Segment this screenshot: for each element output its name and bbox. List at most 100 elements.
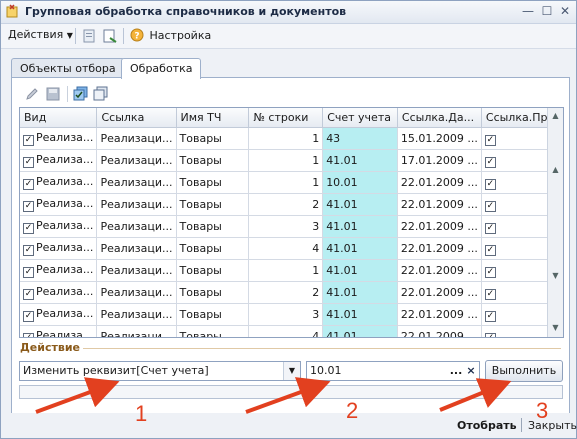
save-icon[interactable] [46,87,60,101]
row-checkbox[interactable]: ✓ [484,333,496,337]
cell-reference[interactable]: Реализаци... [96,171,177,194]
column-header[interactable]: Вид [20,108,98,128]
cell-type[interactable]: ✓ Реализа... [20,149,98,172]
row-checkbox[interactable]: ✓ [23,179,34,190]
cell-ref-date[interactable]: 22.01.2009 ... [397,215,482,238]
column-header[interactable]: Счет учета [322,108,398,128]
vertical-scrollbar[interactable]: ▲ ▲ ▼ ▼ [547,108,563,337]
cell-ref-date[interactable]: 22.01.2009 ... [397,171,482,194]
cell-line-number[interactable]: 2 [248,193,324,216]
row-checkbox[interactable]: ✓ [23,289,34,300]
cell-type[interactable]: ✓ Реализа... [20,171,98,194]
table-row[interactable]: ✓ Реализа... Реализаци... Товары 1 41.01 17.01… [20,149,563,172]
cell-ref-date[interactable]: 22.01.2009 ... [397,303,482,326]
actions-menu[interactable]: Действия ▼ [8,28,73,41]
cell-tab-name[interactable]: Товары [176,171,250,194]
row-checkbox[interactable]: ✓ [484,179,496,190]
cell-type[interactable]: ✓ Реализа... [20,325,98,337]
column-header[interactable]: № строки [248,108,324,128]
cell-ref-date[interactable]: 22.01.2009 ... [397,237,482,260]
row-checkbox[interactable]: ✓ [484,267,496,278]
cell-tab-name[interactable]: Товары [176,237,250,260]
cell-type[interactable]: ✓ Реализа... [20,193,98,216]
cell-type[interactable]: ✓ Реализа... [20,127,98,150]
action-select[interactable]: Изменить реквизит[Счет учета] ▼ [19,361,301,381]
table-row[interactable]: ✓ Реализа... Реализаци... Товары 2 41.01 22.01… [20,193,563,216]
row-checkbox[interactable]: ✓ [23,135,34,146]
row-checkbox[interactable]: ✓ [484,311,496,322]
row-checkbox[interactable]: ✓ [23,311,34,322]
refresh-icon[interactable] [102,28,118,44]
select-button[interactable]: Отобрать [457,419,517,432]
cell-tab-name[interactable]: Товары [176,303,250,326]
cell-type[interactable]: ✓ Реализа... [20,259,98,282]
settings-button[interactable]: ? Настройка [130,28,211,42]
cell-tab-name[interactable]: Товары [176,215,250,238]
row-checkbox[interactable]: ✓ [484,245,496,256]
table-row[interactable]: ✓ Реализа... Реализаци... Товары 4 41.01 22.01… [20,237,563,260]
row-checkbox[interactable]: ✓ [23,223,34,234]
cell-reference[interactable]: Реализаци... [96,149,177,172]
value-input[interactable]: 10.01 ... × [306,361,480,381]
row-checkbox[interactable]: ✓ [23,333,34,337]
cell-ref-date[interactable]: 15.01.2009 ... [397,127,482,150]
row-checkbox[interactable]: ✓ [484,289,496,300]
cell-tab-name[interactable]: Товары [176,259,250,282]
cell-line-number[interactable]: 2 [248,281,324,304]
cell-type[interactable]: ✓ Реализа... [20,303,98,326]
cell-ref-date[interactable]: 22.01.2009 ... [397,259,482,282]
scroll-up-icon[interactable]: ▲ [550,110,561,121]
scroll-up-icon[interactable]: ▲ [550,164,561,175]
cell-ref-date[interactable]: 22.01.2009 ... [397,193,482,216]
tab-selection-objects[interactable]: Объекты отбора [11,58,125,78]
cell-tab-name[interactable]: Товары [176,193,250,216]
cell-ref-date[interactable]: 22.01.2009 ... [397,281,482,304]
scroll-down-icon[interactable]: ▼ [550,270,561,281]
row-checkbox[interactable]: ✓ [23,201,34,212]
cell-account[interactable]: 41.01 [322,303,398,326]
cell-reference[interactable]: Реализаци... [96,215,177,238]
row-checkbox[interactable]: ✓ [23,245,34,256]
close-icon[interactable]: ✕ [558,4,572,18]
cell-tab-name[interactable]: Товары [176,127,250,150]
scroll-down-icon[interactable]: ▼ [550,322,561,333]
row-checkbox[interactable]: ✓ [23,267,34,278]
cell-line-number[interactable]: 3 [248,215,324,238]
cell-line-number[interactable]: 4 [248,237,324,260]
row-checkbox[interactable]: ✓ [484,201,496,212]
table-row[interactable]: ✓ Реализа... Реализаци... Товары 3 41.01 22.01… [20,215,563,238]
table-row[interactable]: ✓ Реализа... Реализаци... Товары 2 41.01 22.01… [20,281,563,304]
column-header[interactable]: Ссылка [96,108,177,128]
cell-reference[interactable]: Реализаци... [96,237,177,260]
document-icon[interactable] [81,28,97,44]
cell-line-number[interactable]: 1 [248,259,324,282]
cell-tab-name[interactable]: Товары [176,325,250,337]
clear-icon[interactable]: × [464,362,478,380]
cell-line-number[interactable]: 1 [248,171,324,194]
cell-tab-name[interactable]: Товары [176,281,250,304]
table-row[interactable]: ✓ Реализа... Реализаци... Товары 4 41.01 22.01… [20,325,563,337]
cell-tab-name[interactable]: Товары [176,149,250,172]
cell-account[interactable]: 41.01 [322,325,398,337]
cell-type[interactable]: ✓ Реализа... [20,215,98,238]
column-header[interactable]: Имя ТЧ [176,108,250,128]
check-all-icon[interactable] [73,86,89,102]
cell-reference[interactable]: Реализаци... [96,325,177,337]
row-checkbox[interactable]: ✓ [23,157,34,168]
cell-account[interactable]: 43 [322,127,398,150]
cell-type[interactable]: ✓ Реализа... [20,237,98,260]
cell-reference[interactable]: Реализаци... [96,281,177,304]
cell-reference[interactable]: Реализаци... [96,259,177,282]
cell-reference[interactable]: Реализаци... [96,127,177,150]
uncheck-all-icon[interactable] [93,86,109,102]
row-checkbox[interactable]: ✓ [484,157,496,168]
tab-processing[interactable]: Обработка [121,58,202,79]
cell-account[interactable]: 10.01 [322,171,398,194]
cell-ref-date[interactable]: 22.01.2009 ... [397,325,482,337]
cell-account[interactable]: 41.01 [322,215,398,238]
table-row[interactable]: ✓ Реализа... Реализаци... Товары 3 41.01 22.01… [20,303,563,326]
cell-account[interactable]: 41.01 [322,149,398,172]
cell-line-number[interactable]: 1 [248,149,324,172]
minimize-icon[interactable]: — [521,4,535,18]
table-row[interactable]: ✓ Реализа... Реализаци... Товары 1 43 15.01.20… [20,127,563,150]
